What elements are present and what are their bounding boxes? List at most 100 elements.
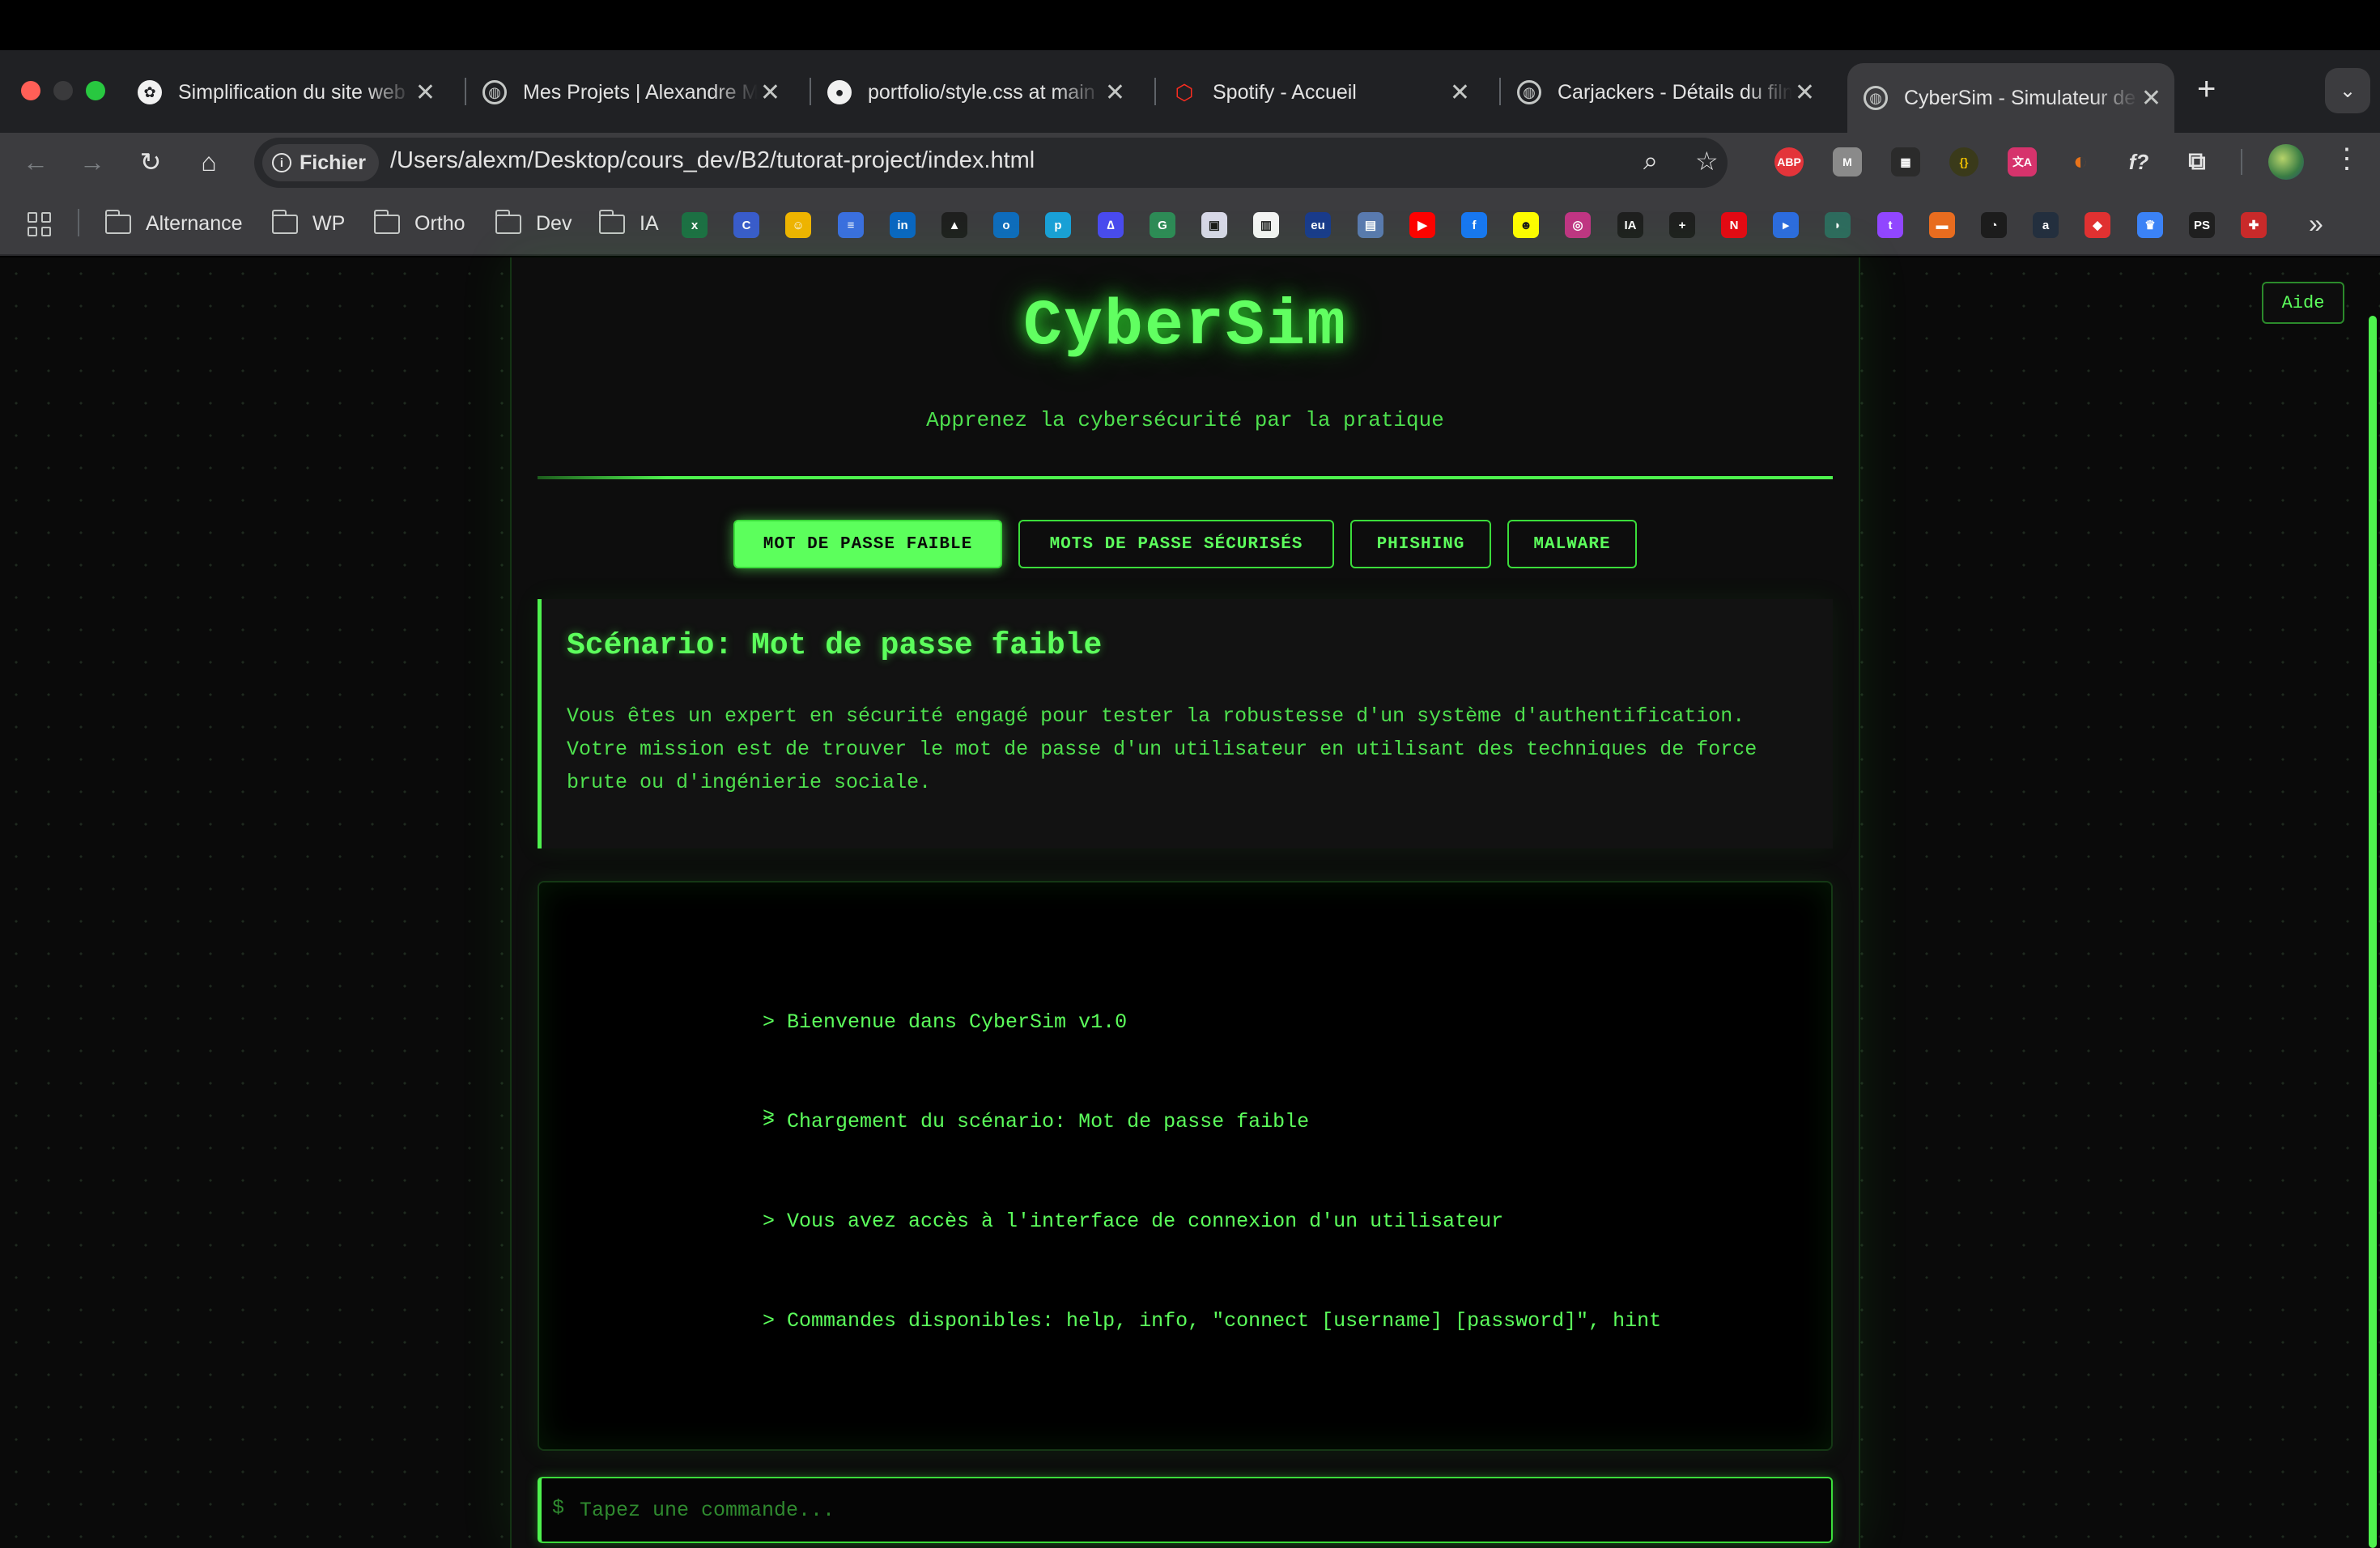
url-text[interactable]: /Users/alexm/Desktop/cours_dev/B2/tutora… xyxy=(390,147,1035,174)
bookmark-site-icon[interactable]: ♛ xyxy=(2137,212,2163,238)
bookmark-site-icon[interactable]: ∆ xyxy=(1098,212,1124,238)
bookmark-site-icon[interactable]: ◎ xyxy=(1565,212,1591,238)
tab-title: Carjackers - Détails du film xyxy=(1558,80,1792,104)
home-button[interactable]: ⌂ xyxy=(191,144,227,180)
minimize-window-button[interactable] xyxy=(53,81,73,100)
bookmark-site-icon[interactable]: x xyxy=(682,212,708,238)
close-icon[interactable]: ✕ xyxy=(1795,79,1815,107)
back-button[interactable]: ← xyxy=(18,144,53,180)
tab-secure-passwords[interactable]: MOTS DE PASSE SÉCURISÉS xyxy=(1018,520,1334,568)
bookmark-site-icon[interactable]: N xyxy=(1721,212,1747,238)
bookmark-folder[interactable]: Dev xyxy=(495,209,572,236)
menu-icon[interactable]: ⋮ xyxy=(2333,142,2361,175)
terminal-prompt: > xyxy=(763,1104,776,1128)
bookmarks-bar xyxy=(0,191,2380,256)
bookmark-site-icon[interactable]: p xyxy=(1045,212,1071,238)
browser-tab[interactable]: ✿ Simplification du site web ✕ xyxy=(138,63,448,121)
scenario-title: Scénario: Mot de passe faible xyxy=(567,628,1103,663)
bookmark-site-icon[interactable]: ◆ xyxy=(2085,212,2110,238)
bookmark-site-icon[interactable]: ▸ xyxy=(1773,212,1799,238)
bookmark-site-icon[interactable]: ▥ xyxy=(1253,212,1279,238)
scenario-description-line: brute ou d'ingénierie sociale. xyxy=(567,771,932,794)
bookmark-site-icon[interactable]: PS xyxy=(2189,212,2215,238)
bookmark-site-icon[interactable]: ≡ xyxy=(838,212,864,238)
bookmark-site-icon[interactable]: ▣ xyxy=(1201,212,1227,238)
zoom-icon[interactable]: ⌕ xyxy=(1643,146,1658,176)
bookmark-site-icon[interactable]: o xyxy=(993,212,1019,238)
bookmark-site-icon[interactable]: C xyxy=(733,212,759,238)
more-bookmarks-icon[interactable]: » xyxy=(2309,209,2323,239)
bookmarks-separator xyxy=(78,209,79,236)
bookmark-site-icon[interactable]: ✚ xyxy=(2241,212,2267,238)
bookmark-folder[interactable]: WP xyxy=(272,209,345,236)
bookmark-site-icon[interactable]: f xyxy=(1461,212,1487,238)
translate-extension-icon[interactable]: 文A xyxy=(2008,147,2037,176)
extension-m-icon[interactable]: M xyxy=(1833,147,1862,176)
profile-avatar[interactable] xyxy=(2268,144,2304,180)
bookmark-site-icon[interactable]: ◔ xyxy=(1981,212,2007,238)
bookmark-site-icon[interactable]: IA xyxy=(1617,212,1643,238)
browser-tab[interactable]: ◍ Mes Projets | Alexandre M ✕ xyxy=(482,63,793,121)
tab-title: portfolio/style.css at main xyxy=(868,80,1095,104)
system-top-bar xyxy=(0,0,2380,50)
json-extension-icon[interactable]: {} xyxy=(1949,147,1978,176)
new-tab-button[interactable]: + xyxy=(2197,71,2216,108)
bookmark-folder-label: Dev xyxy=(536,212,572,235)
tab-title: Mes Projets | Alexandre M xyxy=(523,80,758,104)
help-button[interactable]: Aide xyxy=(2262,282,2344,324)
bookmark-site-icon[interactable]: ▶ xyxy=(1409,212,1435,238)
close-icon[interactable]: ✕ xyxy=(2141,84,2161,113)
close-icon[interactable]: ✕ xyxy=(1105,79,1125,107)
bookmark-folder[interactable]: IA xyxy=(599,209,659,236)
bookmark-site-icon[interactable]: ▬ xyxy=(1929,212,1955,238)
globe-icon: ◍ xyxy=(1864,86,1888,110)
bookmark-site-icon[interactable]: eu xyxy=(1305,212,1331,238)
site-info-chip[interactable]: i Fichier xyxy=(262,144,379,181)
tab-title: Simplification du site web xyxy=(178,80,406,104)
globe-icon: ◍ xyxy=(1517,80,1541,104)
browser-tab[interactable]: ⬡ Spotify - Accueil ✕ xyxy=(1172,63,1483,121)
bookmark-site-icon[interactable]: + xyxy=(1669,212,1695,238)
home-icon: ⌂ xyxy=(201,147,217,176)
apps-icon[interactable] xyxy=(28,212,52,236)
extension-moon-icon[interactable]: ◐ xyxy=(2066,147,2095,176)
extension-fx-icon[interactable]: f? xyxy=(2124,147,2153,176)
command-input[interactable] xyxy=(580,1490,1810,1530)
scenario-description-line: Vous êtes un expert en sécurité engagé p… xyxy=(567,704,1745,728)
bookmark-site-icon[interactable]: ▲ xyxy=(941,212,967,238)
tab-search-button[interactable]: ⌄ xyxy=(2325,68,2370,113)
reload-button[interactable]: ↻ xyxy=(133,144,168,180)
laravel-icon: ⬡ xyxy=(1175,79,1194,104)
bookmark-site-icon[interactable]: ☺ xyxy=(785,212,811,238)
forward-button[interactable]: → xyxy=(74,144,110,180)
maximize-window-button[interactable] xyxy=(86,81,105,100)
bookmark-site-icon[interactable]: ☻ xyxy=(1513,212,1539,238)
bookmark-folder[interactable]: Alternance xyxy=(105,209,243,236)
close-icon[interactable]: ✕ xyxy=(760,79,780,107)
close-icon[interactable]: ✕ xyxy=(415,79,436,107)
browser-tab[interactable]: ● portfolio/style.css at main ✕ xyxy=(827,63,1138,121)
tab-phishing[interactable]: PHISHING xyxy=(1350,520,1491,568)
terminal-line: > Vous avez accès à l'interface de conne… xyxy=(763,1210,1504,1233)
browser-tab[interactable]: ◍ Carjackers - Détails du film ✕ xyxy=(1517,63,1828,121)
browser-tab-active[interactable]: ◍ CyberSim - Simulateur de ✕ xyxy=(1847,63,2174,133)
bookmark-folder-label: Ortho xyxy=(414,212,465,235)
star-icon[interactable]: ☆ xyxy=(1695,146,1719,176)
extension-grid-icon[interactable]: ▦ xyxy=(1891,147,1920,176)
tab-malware[interactable]: MALWARE xyxy=(1507,520,1637,568)
adblock-icon[interactable]: ABP xyxy=(1774,147,1804,176)
bookmark-folder-label: Alternance xyxy=(146,212,243,235)
bookmark-site-icon[interactable]: ▤ xyxy=(1358,212,1383,238)
folder-icon xyxy=(599,209,625,234)
bookmark-site-icon[interactable]: t xyxy=(1877,212,1903,238)
bookmark-site-icon[interactable]: ◗ xyxy=(1825,212,1851,238)
bookmark-site-icon[interactable]: in xyxy=(890,212,916,238)
scrollbar[interactable] xyxy=(2369,316,2377,1548)
bookmark-folder[interactable]: Ortho xyxy=(374,209,465,236)
bookmark-site-icon[interactable]: G xyxy=(1150,212,1175,238)
close-icon[interactable]: ✕ xyxy=(1450,79,1470,107)
bookmark-site-icon[interactable]: a xyxy=(2033,212,2059,238)
tab-weak-password[interactable]: MOT DE PASSE FAIBLE xyxy=(733,520,1002,568)
puzzle-icon[interactable]: ⧉ xyxy=(2182,147,2212,176)
close-window-button[interactable] xyxy=(21,81,40,100)
